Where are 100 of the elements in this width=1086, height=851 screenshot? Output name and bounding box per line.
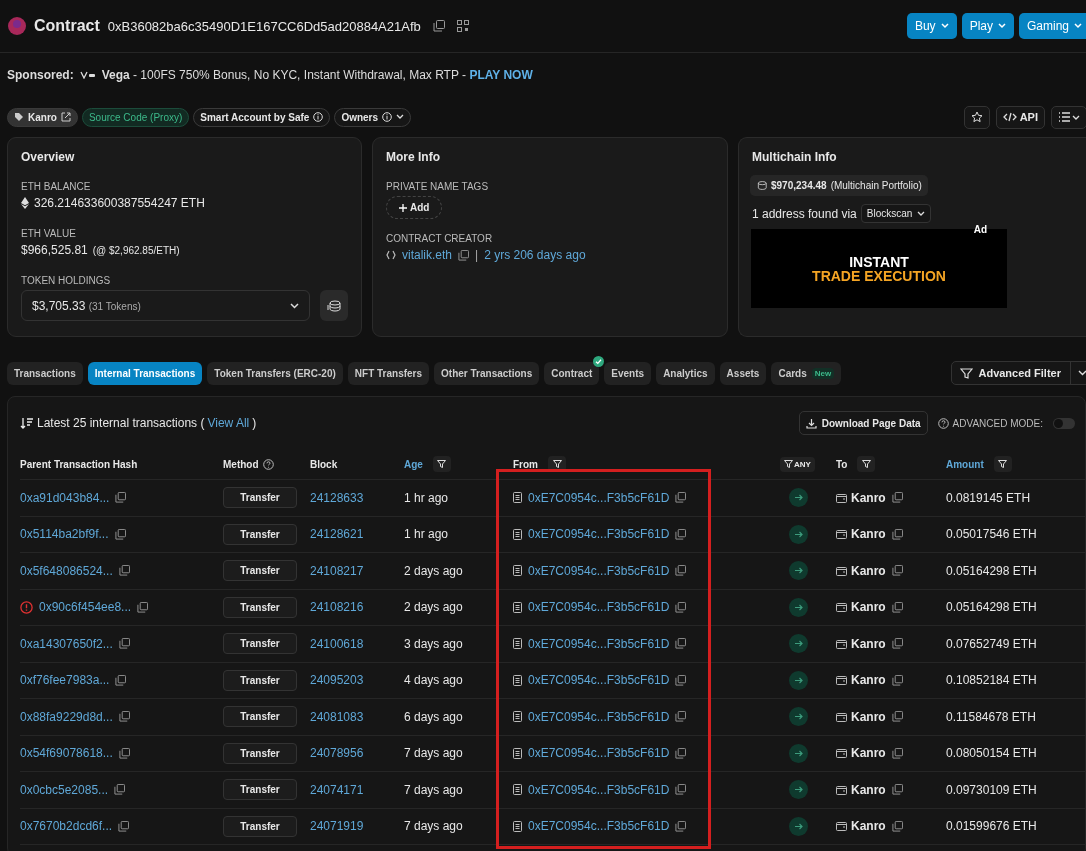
copy-icon[interactable] <box>458 249 470 261</box>
filter-button[interactable] <box>432 456 451 472</box>
copy-icon[interactable] <box>891 638 903 650</box>
advanced-filter-button[interactable]: Advanced Filter <box>951 361 1086 385</box>
account-tag[interactable]: Smart Account by Safe <box>193 107 331 127</box>
block-link[interactable]: 24108216 <box>310 600 364 615</box>
copy-icon[interactable] <box>115 492 127 504</box>
filter-button[interactable] <box>993 456 1012 472</box>
from-address-link[interactable]: 0xE7C0954c...F3b5cF61D <box>528 527 670 542</box>
copy-icon[interactable] <box>118 711 130 723</box>
dropdown-button[interactable]: Buy <box>906 13 957 39</box>
copy-icon[interactable] <box>118 747 130 759</box>
play-now-link[interactable]: PLAY NOW <box>469 68 533 82</box>
transaction-hash-link[interactable]: 0xf76fee7983a... <box>20 673 110 688</box>
creator-link[interactable]: vitalik.eth <box>402 248 453 262</box>
copy-icon[interactable] <box>675 638 687 650</box>
column-header[interactable]: Amount <box>946 458 984 470</box>
block-link[interactable]: 24074171 <box>310 782 364 797</box>
copy-icon[interactable] <box>675 528 687 540</box>
copy-icon[interactable] <box>114 528 126 540</box>
tab[interactable]: Internal Transactions <box>87 361 203 385</box>
transaction-hash-link[interactable]: 0x7670b2dcd6f... <box>20 819 113 834</box>
block-link[interactable]: 24071919 <box>310 819 364 834</box>
column-header[interactable]: Age <box>404 458 423 470</box>
copy-icon[interactable] <box>675 674 687 686</box>
copy-icon[interactable] <box>891 820 903 832</box>
copy-icon[interactable] <box>675 784 687 796</box>
from-address-link[interactable]: 0xE7C0954c...F3b5cF61D <box>528 673 670 688</box>
copy-icon[interactable] <box>118 565 130 577</box>
name-tag[interactable]: Kanro <box>7 107 78 127</box>
copy-icon[interactable] <box>675 747 687 759</box>
copy-icon[interactable] <box>137 601 149 613</box>
coins-button[interactable] <box>320 290 348 321</box>
copy-icon[interactable] <box>675 601 687 613</box>
from-address-link[interactable]: 0xE7C0954c...F3b5cF61D <box>528 782 670 797</box>
transaction-hash-link[interactable]: 0x88fa9229d8d... <box>20 709 113 724</box>
creation-age-link[interactable]: 2 yrs 206 days ago <box>484 248 586 262</box>
list-menu-button[interactable] <box>1051 105 1086 129</box>
tab[interactable]: Other Transactions <box>434 361 540 385</box>
copy-icon[interactable] <box>675 565 687 577</box>
tab[interactable]: Events <box>604 361 652 385</box>
from-address-link[interactable]: 0xE7C0954c...F3b5cF61D <box>528 746 670 761</box>
owners-dropdown[interactable]: Owners <box>334 107 412 127</box>
tab[interactable]: NFT Transfers <box>347 361 430 385</box>
tab[interactable]: Assets <box>719 361 767 385</box>
blockscan-dropdown[interactable]: Blockscan <box>860 204 932 223</box>
copy-icon[interactable] <box>891 747 903 759</box>
tab[interactable]: Analytics <box>656 361 715 385</box>
qr-code-icon[interactable] <box>456 20 469 32</box>
block-link[interactable]: 24108217 <box>310 563 364 578</box>
view-all-link[interactable]: View All <box>207 416 250 430</box>
block-link[interactable]: 24081083 <box>310 709 364 724</box>
transaction-hash-link[interactable]: 0x90c6f454ee8... <box>39 600 132 615</box>
from-address-link[interactable]: 0xE7C0954c...F3b5cF61D <box>528 636 670 651</box>
from-address-link[interactable]: 0xE7C0954c...F3b5cF61D <box>528 819 670 834</box>
transaction-hash-link[interactable]: 0x5f648086524... <box>20 563 113 578</box>
advanced-mode-toggle[interactable] <box>1053 417 1075 429</box>
dropdown-button[interactable]: Play <box>961 13 1014 39</box>
source-code-tag[interactable]: Source Code (Proxy) <box>81 107 190 127</box>
copy-icon[interactable] <box>891 784 903 796</box>
filter-button[interactable] <box>857 456 876 472</box>
tab[interactable]: Token Transfers (ERC-20) <box>207 361 343 385</box>
download-button[interactable]: Download Page Data <box>798 411 928 435</box>
copy-icon[interactable] <box>118 638 130 650</box>
block-link[interactable]: 24095203 <box>310 673 364 688</box>
copy-icon[interactable] <box>891 601 903 613</box>
copy-icon[interactable] <box>675 711 687 723</box>
from-address-link[interactable]: 0xE7C0954c...F3b5cF61D <box>528 563 670 578</box>
token-holdings-dropdown[interactable]: $3,705.33 (31 Tokens) <box>21 290 310 321</box>
block-link[interactable]: 24128621 <box>310 527 364 542</box>
copy-icon[interactable] <box>891 528 903 540</box>
copy-icon[interactable] <box>891 674 903 686</box>
tab[interactable]: Cards New <box>771 361 842 385</box>
transaction-hash-link[interactable]: 0xa91d043b84... <box>20 490 110 505</box>
copy-icon[interactable] <box>114 784 126 796</box>
tab[interactable]: Contract <box>544 361 600 385</box>
transaction-hash-link[interactable]: 0xa14307650f2... <box>20 636 113 651</box>
any-filter-button[interactable]: ANY <box>780 456 815 472</box>
copy-icon[interactable] <box>118 820 130 832</box>
dropdown-button[interactable]: Gaming <box>1018 13 1086 39</box>
from-address-link[interactable]: 0xE7C0954c...F3b5cF61D <box>528 709 670 724</box>
block-link[interactable]: 24078956 <box>310 746 364 761</box>
block-link[interactable]: 24128633 <box>310 490 364 505</box>
copy-icon[interactable] <box>432 20 445 32</box>
copy-icon[interactable] <box>891 492 903 504</box>
portfolio-badge[interactable]: $970,234.48 (Multichain Portfolio) <box>750 175 928 196</box>
favorite-button[interactable] <box>963 105 990 129</box>
copy-icon[interactable] <box>675 492 687 504</box>
api-button[interactable]: API <box>995 105 1045 129</box>
copy-icon[interactable] <box>675 820 687 832</box>
tab[interactable]: Transactions <box>7 361 83 385</box>
copy-icon[interactable] <box>891 711 903 723</box>
copy-icon[interactable] <box>115 674 127 686</box>
block-link[interactable]: 24100618 <box>310 636 364 651</box>
transaction-hash-link[interactable]: 0x5114ba2bf9f... <box>20 527 109 542</box>
transaction-hash-link[interactable]: 0x0cbc5e2085... <box>20 782 109 797</box>
transaction-hash-link[interactable]: 0x54f69078618... <box>20 746 113 761</box>
from-address-link[interactable]: 0xE7C0954c...F3b5cF61D <box>528 490 670 505</box>
copy-icon[interactable] <box>891 565 903 577</box>
from-address-link[interactable]: 0xE7C0954c...F3b5cF61D <box>528 600 670 615</box>
